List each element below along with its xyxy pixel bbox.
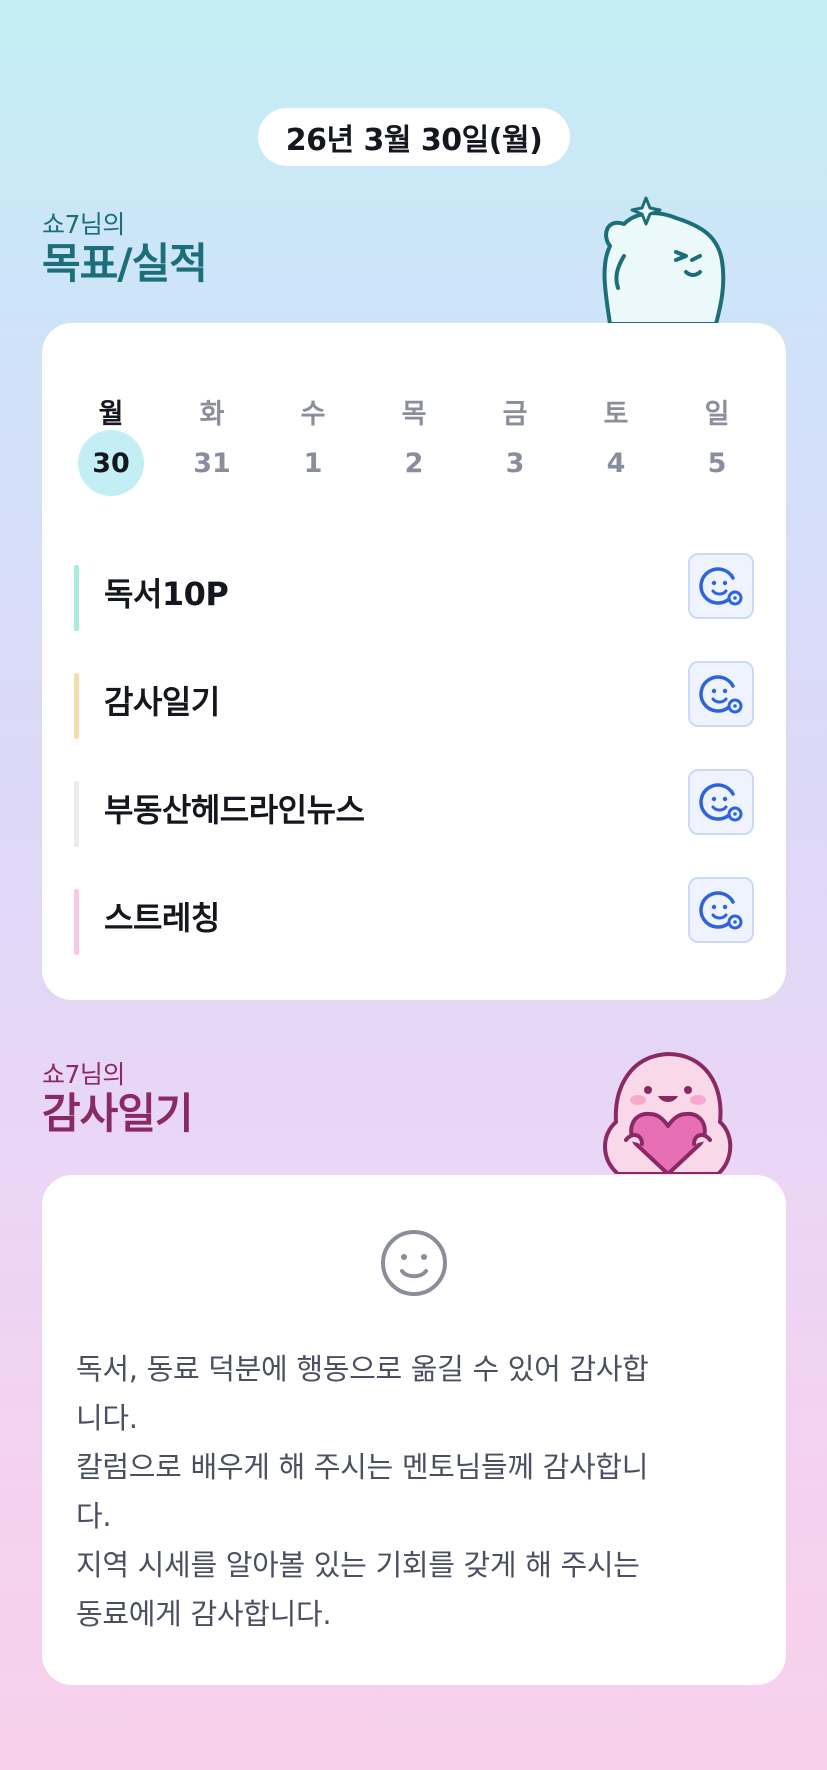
goals-heading: 쇼7님의 목표/실적 (42, 210, 208, 288)
thanks-subtitle: 쇼7님의 (42, 1060, 125, 1089)
thanks-heading: 쇼7님의 감사일기 (42, 1060, 194, 1138)
goal-color-bar (74, 781, 79, 847)
mascot-thumbs-up-icon (602, 196, 726, 324)
date-row: 30 31 1 2 3 4 5 (78, 430, 750, 496)
date-pill[interactable]: 26년 3월 30일(월) (258, 108, 570, 166)
goal-label: 부동산헤드라인뉴스 (104, 791, 365, 829)
mascot-heart-icon (603, 1052, 733, 1174)
date-2[interactable]: 2 (381, 430, 447, 496)
smile-add-icon (699, 783, 743, 822)
thanks-line: 지역 시세를 알아볼 있는 기회를 갖게 해 주시는 (76, 1548, 640, 1582)
goal-label: 독서10P (104, 575, 229, 613)
goal-label: 스트레칭 (104, 899, 220, 937)
thanks-line: 동료에게 감사합니다. (76, 1597, 332, 1631)
thanks-line: 칼럼으로 배우게 해 주시는 멘토님들께 감사합니 (76, 1450, 649, 1484)
goal-item[interactable]: 부동산헤드라인뉴스 (74, 754, 754, 862)
smile-add-icon (699, 675, 743, 714)
goal-item[interactable]: 독서10P (74, 538, 754, 646)
current-date: 26년 3월 30일(월) (285, 123, 543, 158)
record-result-button[interactable] (688, 661, 754, 727)
goals-title: 목표/실적 (42, 239, 208, 288)
date-1[interactable]: 1 (280, 430, 346, 496)
thanks-card: 독서, 동료 덕분에 행동으로 옮길 수 있어 감사합 니다. 칼럼으로 배우게… (42, 1175, 786, 1685)
smile-add-icon (699, 891, 743, 930)
goal-label: 감사일기 (104, 683, 220, 721)
date-3[interactable]: 3 (482, 430, 548, 496)
goal-list: 독서10P 감사일기 부동산헤드라인뉴스 스트레칭 (74, 538, 754, 970)
record-result-button[interactable] (688, 553, 754, 619)
goal-item[interactable]: 스트레칭 (74, 862, 754, 970)
date-5[interactable]: 5 (684, 430, 750, 496)
goal-color-bar (74, 673, 79, 739)
goal-color-bar (74, 565, 79, 631)
record-result-button[interactable] (688, 769, 754, 835)
thanks-title: 감사일기 (42, 1089, 194, 1138)
smile-add-icon (699, 567, 743, 606)
goals-card: 월 화 수 목 금 토 일 30 31 1 2 3 4 5 독서10P 감사일기… (42, 323, 786, 1000)
date-4[interactable]: 4 (583, 430, 649, 496)
goals-subtitle: 쇼7님의 (42, 210, 125, 239)
smile-icon (381, 1230, 447, 1296)
date-30[interactable]: 30 (78, 430, 144, 496)
date-31[interactable]: 31 (179, 430, 245, 496)
thanks-diary-text: 독서, 동료 덕분에 행동으로 옮길 수 있어 감사합 니다. 칼럼으로 배우게… (76, 1345, 746, 1639)
thanks-line: 독서, 동료 덕분에 행동으로 옮길 수 있어 감사합 (76, 1352, 649, 1386)
thanks-line: 다. (76, 1499, 112, 1533)
thanks-line: 니다. (76, 1401, 138, 1435)
record-result-button[interactable] (688, 877, 754, 943)
goal-item[interactable]: 감사일기 (74, 646, 754, 754)
goal-color-bar (74, 889, 79, 955)
